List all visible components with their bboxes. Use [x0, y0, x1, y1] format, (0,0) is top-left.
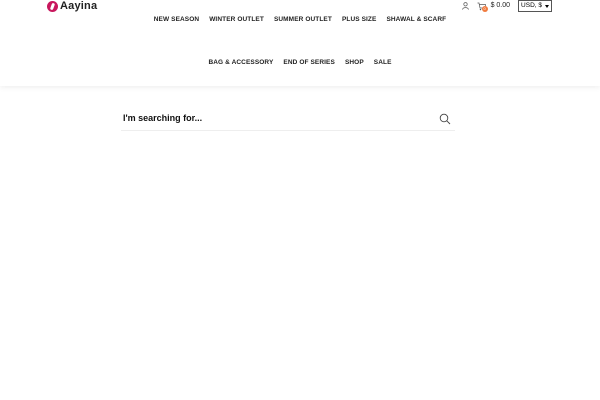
chevron-down-icon — [545, 4, 549, 8]
nav-item-summer-outlet[interactable]: SUMMER OUTLET — [274, 16, 332, 23]
main-nav-row-2: BAG & ACCESSORY END OF SERIES SHOP SALE — [0, 59, 600, 66]
nav-item-end-of-series[interactable]: END OF SERIES — [283, 59, 335, 66]
site-header: Aayina 0 $ 0.00 USD, $ NEW SEASON WINTER… — [0, 0, 600, 86]
nav-item-sale[interactable]: SALE — [374, 59, 392, 66]
header-utilities: 0 $ 0.00 USD, $ — [461, 0, 552, 12]
nav-item-shawal-scarf[interactable]: SHAWAL & SCARF — [386, 16, 446, 23]
site-logo[interactable]: Aayina — [47, 0, 97, 13]
cart-total[interactable]: $ 0.00 — [491, 0, 510, 12]
nav-item-winter-outlet[interactable]: WINTER OUTLET — [209, 16, 264, 23]
main-nav-row-1: NEW SEASON WINTER OUTLET SUMMER OUTLET P… — [0, 16, 600, 23]
nav-item-new-season[interactable]: NEW SEASON — [154, 16, 199, 23]
cart-icon[interactable]: 0 — [477, 2, 488, 12]
nav-item-bag-accessory[interactable]: BAG & ACCESSORY — [208, 59, 273, 66]
logo-mark-icon — [47, 1, 58, 12]
search-icon[interactable] — [439, 112, 451, 125]
search-input[interactable] — [123, 110, 423, 126]
currency-select[interactable]: USD, $ — [518, 0, 552, 12]
nav-item-plus-size[interactable]: PLUS SIZE — [342, 16, 377, 23]
brand-name: Aayina — [60, 0, 98, 12]
search-bar — [121, 107, 455, 131]
cart-count-badge: 0 — [481, 5, 488, 12]
user-icon[interactable] — [461, 2, 469, 10]
nav-item-shop[interactable]: SHOP — [345, 59, 364, 66]
currency-selected-value: USD, $ — [521, 2, 542, 9]
